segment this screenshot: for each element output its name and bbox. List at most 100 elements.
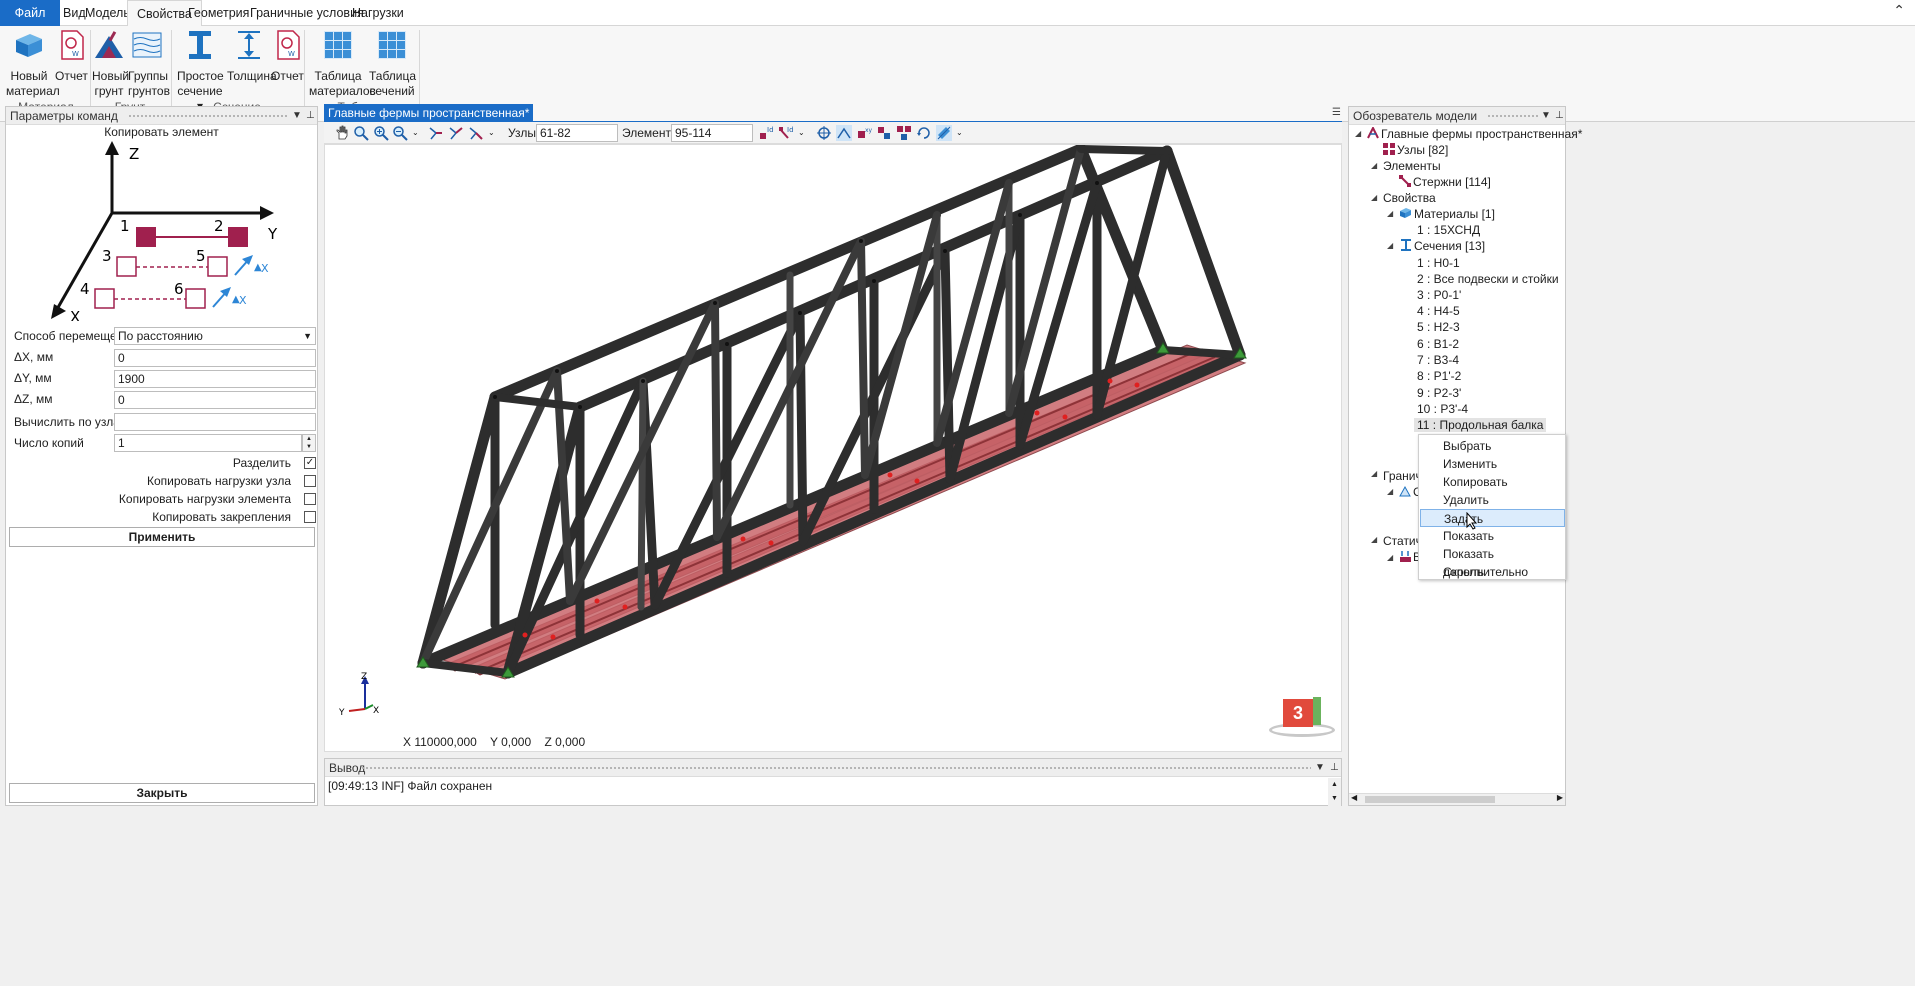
select-elements-icon[interactable] — [448, 125, 464, 141]
tree-item-section-6[interactable]: 6 : В1-2 — [1417, 337, 1459, 351]
tree-item-bars[interactable]: Стержни [114] — [1413, 175, 1491, 189]
soil-groups-button[interactable]: Группы грунтов — [128, 28, 170, 99]
scroll-left-icon[interactable]: ◀ — [1351, 793, 1357, 802]
menu-item-edit[interactable]: Изменить — [1420, 455, 1565, 473]
dy-input[interactable]: 1900 — [114, 370, 316, 388]
menu-item-show-more[interactable]: Показать дополнительно — [1420, 545, 1565, 579]
explorer-hscrollbar[interactable]: ◀ ▶ — [1349, 793, 1565, 805]
collapse-icon[interactable]: ◢ — [1371, 193, 1377, 202]
document-menu-icon[interactable]: ☰ — [1332, 107, 1341, 118]
collapse-icon[interactable]: ◢ — [1371, 161, 1377, 170]
dx-input[interactable]: 0 — [114, 349, 316, 367]
node-id-icon[interactable]: Id — [758, 125, 774, 141]
new-soil-button[interactable]: Новый грунт — [92, 28, 129, 99]
collapse-icon[interactable]: ◢ — [1387, 209, 1393, 218]
collapse-icon[interactable]: ◢ — [1387, 487, 1393, 496]
copy-element-loads-checkbox[interactable] — [304, 493, 316, 505]
scroll-thumb[interactable] — [1365, 796, 1495, 803]
material-report-button[interactable]: W Отчет — [55, 28, 88, 84]
pin-icon[interactable]: ⊥ — [306, 107, 315, 125]
dz-input[interactable]: 0 — [114, 391, 316, 409]
menu-item-delete[interactable]: Удалить — [1420, 491, 1565, 509]
scroll-right-icon[interactable]: ▶ — [1557, 793, 1563, 802]
copies-stepper[interactable]: ▲ ▼ — [302, 434, 316, 452]
tab-loads[interactable]: Нагрузки — [343, 0, 413, 26]
tab-file[interactable]: Файл — [0, 0, 60, 26]
toolbar-overflow-icon[interactable]: ⌄ — [488, 128, 495, 137]
thickness-button[interactable]: Толщина — [227, 28, 277, 84]
tree-item-section-10[interactable]: 10 : Р3'-4 — [1417, 402, 1468, 416]
collapse-icon[interactable]: ◢ — [1387, 241, 1393, 250]
navigation-cube[interactable]: 3 — [1269, 693, 1335, 741]
sections-table-button[interactable]: Таблица сечений — [369, 28, 416, 99]
ribbon-collapse-icon[interactable]: ⌃ — [1893, 2, 1905, 19]
group-display-icon[interactable] — [896, 125, 912, 141]
tree-item-nodes[interactable]: Узлы [82] — [1397, 143, 1448, 157]
elements-filter-input[interactable]: 95-114 — [671, 124, 753, 142]
zoom-in-icon[interactable] — [373, 125, 389, 141]
copies-count-input[interactable]: 1 — [114, 434, 302, 452]
collapse-icon[interactable]: ◢ — [1371, 535, 1377, 544]
select-mixed-icon[interactable] — [468, 125, 484, 141]
rotate-view-icon[interactable] — [916, 125, 932, 141]
local-axes-icon[interactable]: xyz — [856, 125, 872, 141]
menu-item-hide[interactable]: Скрыть — [1420, 563, 1565, 581]
panel-menu-icon[interactable]: ▼ — [1315, 759, 1325, 777]
apply-button[interactable]: Применить — [9, 527, 315, 547]
select-nodes-icon[interactable] — [428, 125, 444, 141]
panel-grip[interactable] — [361, 766, 1311, 770]
show-geometry-icon[interactable] — [836, 125, 852, 141]
copy-supports-checkbox[interactable] — [304, 511, 316, 523]
zoom-icon[interactable] — [353, 125, 369, 141]
tree-item-section-11-selected[interactable]: 11 : Продольная балка — [1414, 418, 1547, 432]
pin-icon[interactable]: ⊥ — [1330, 759, 1339, 777]
snap-grid-icon[interactable] — [816, 125, 832, 141]
panel-menu-icon[interactable]: ▼ — [292, 107, 302, 125]
tree-item-section-9[interactable]: 9 : Р2-3' — [1417, 386, 1461, 400]
document-tab[interactable]: Главные фермы пространственная* — [324, 104, 534, 122]
tree-item-section-8[interactable]: 8 : Р1'-2 — [1417, 369, 1461, 383]
tree-item-elements[interactable]: Элементы — [1383, 159, 1441, 173]
tree-item-sections[interactable]: Сечения [13] — [1414, 239, 1485, 253]
tree-item-section-4[interactable]: 4 : Н4-5 — [1417, 304, 1460, 318]
tree-item-section-3[interactable]: 3 : Р0-1' — [1417, 288, 1461, 302]
toolbar-overflow-icon[interactable]: ⌄ — [412, 128, 419, 137]
collapse-icon[interactable]: ◢ — [1387, 553, 1393, 562]
split-checkbox[interactable]: ✓ — [304, 457, 316, 469]
nodes-filter-input[interactable]: 61-82 — [536, 124, 618, 142]
tree-item-materials[interactable]: Материалы [1] — [1414, 207, 1495, 221]
tree-item-material-1[interactable]: 1 : 15ХСНД — [1417, 223, 1480, 237]
move-method-select[interactable]: По расстоянию ▼ — [114, 327, 316, 345]
pan-hand-icon[interactable] — [334, 125, 350, 141]
menu-item-assign[interactable]: Задать — [1420, 509, 1565, 527]
menu-item-show[interactable]: Показать — [1420, 527, 1565, 545]
collapse-icon[interactable]: ◢ — [1371, 469, 1377, 478]
calc-by-nodes-input[interactable] — [114, 413, 316, 431]
section-report-button[interactable]: W Отчет — [271, 28, 304, 84]
tree-item-section-1[interactable]: 1 : Н0-1 — [1417, 256, 1460, 270]
tree-item-section-2[interactable]: 2 : Все подвески и стойки — [1417, 272, 1559, 286]
close-button[interactable]: Закрыть — [9, 783, 315, 803]
tree-item-properties[interactable]: Свойства — [1383, 191, 1436, 205]
zoom-out-icon[interactable] — [392, 125, 408, 141]
tree-item-section-7[interactable]: 7 : В3-4 — [1417, 353, 1459, 367]
materials-table-button[interactable]: Таблица материалов — [309, 28, 376, 99]
tree-item-boundary-conditions[interactable]: Гранич — [1383, 469, 1422, 483]
element-ends-icon[interactable] — [876, 125, 892, 141]
collapse-icon[interactable]: ◢ — [1355, 129, 1361, 138]
output-scrollbar[interactable]: ▲ ▼ — [1328, 778, 1341, 806]
command-parameters-panel: Параметры команд ▼ ⊥ Копировать элемент … — [5, 106, 318, 806]
viewport-3d[interactable]: Z Y X X 110000,000 Y 0,000 Z 0,000 3 — [324, 144, 1342, 752]
toolbar-overflow-icon[interactable]: ⌄ — [956, 128, 963, 137]
toolbar-overflow-icon[interactable]: ⌄ — [798, 128, 805, 137]
load-case-icon — [1400, 551, 1411, 562]
panel-grip[interactable] — [128, 114, 288, 118]
menu-item-copy[interactable]: Копировать — [1420, 473, 1565, 491]
element-id-icon[interactable]: Id — [778, 125, 794, 141]
tree-item-section-5[interactable]: 5 : Н2-3 — [1417, 320, 1460, 334]
new-material-button[interactable]: Новый материал — [6, 28, 60, 99]
render-mode-icon[interactable] — [936, 125, 952, 141]
tree-item-model[interactable]: Главные фермы пространственная* — [1381, 127, 1582, 141]
menu-item-select[interactable]: Выбрать — [1420, 437, 1565, 455]
copy-node-loads-checkbox[interactable] — [304, 475, 316, 487]
